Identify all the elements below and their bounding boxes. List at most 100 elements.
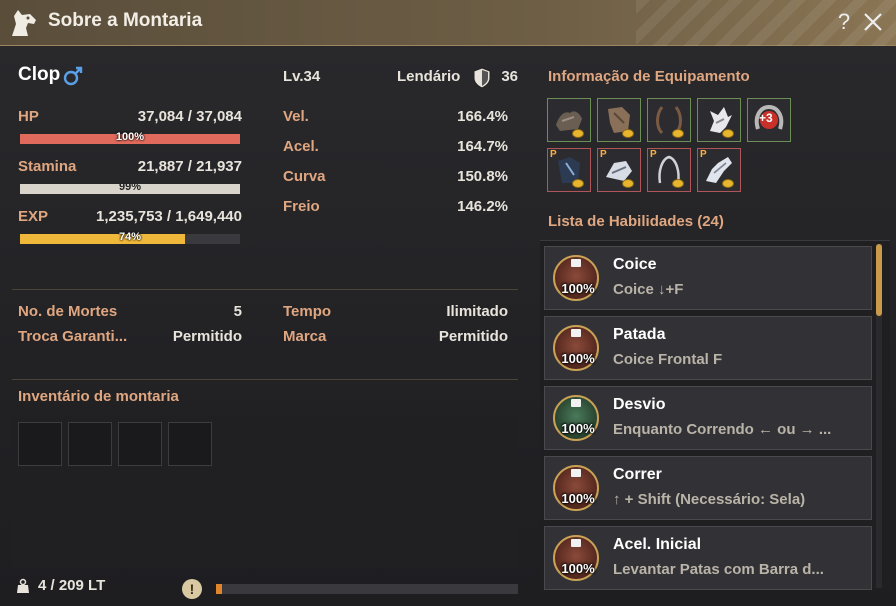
pearl-mark: P	[700, 149, 707, 160]
skill-name: Coice	[613, 256, 657, 273]
brake-label: Freio	[283, 198, 320, 215]
speed-label: Vel.	[283, 108, 309, 125]
skill-command: Coice ↓+F	[613, 281, 684, 298]
mount-level: Lv.34	[283, 68, 321, 85]
speed-value: 166.4%	[457, 108, 508, 125]
skill-mastery: 100%	[561, 491, 595, 506]
weight-bar-fill	[216, 584, 222, 594]
title-bar-decoration	[636, 0, 896, 46]
stamina-label: Stamina	[18, 158, 77, 175]
lock-icon	[571, 539, 581, 547]
lock-icon	[571, 469, 581, 477]
skill-command: Coice Frontal F	[613, 351, 723, 368]
turning-value: 150.8%	[457, 168, 508, 185]
lock-icon	[571, 399, 581, 407]
skill-name: Correr	[613, 466, 662, 483]
inventory-slot[interactable]	[118, 422, 162, 466]
deaths-value: 5	[233, 303, 242, 320]
warning-icon[interactable]: !	[182, 579, 202, 599]
horseshoe-icon[interactable]	[697, 98, 741, 142]
stamina-percent: 99%	[118, 181, 142, 193]
turning-label: Curva	[283, 168, 326, 185]
title-bar[interactable]: Sobre a Montaria ?	[0, 0, 896, 46]
skill-item-patada[interactable]: 100% Patada Coice Frontal F	[544, 316, 872, 380]
mount-name: Clop	[18, 64, 61, 85]
acceleration-label: Acel.	[283, 138, 319, 155]
skill-item-correr[interactable]: 100% Correr ↑ + Shift (Necessário: Sela)	[544, 456, 872, 520]
skill-mastery: 100%	[561, 281, 595, 296]
pearl-saddle-icon[interactable]: P	[597, 148, 641, 192]
saddle-icon[interactable]	[547, 98, 591, 142]
pearl-champron-icon[interactable]: P	[697, 148, 741, 192]
exp-bar: 74%	[20, 231, 240, 244]
skill-name: Patada	[613, 326, 666, 343]
sprint-skill-icon: 100%	[553, 465, 599, 511]
skill-name: Desvio	[613, 396, 666, 413]
inventory-slot[interactable]	[18, 422, 62, 466]
enhance-level: +3	[759, 111, 773, 125]
enhanced-horseshoe-icon[interactable]: +3	[747, 98, 791, 142]
pearl-stirrups-icon[interactable]: P	[647, 148, 691, 192]
lock-icon	[571, 329, 581, 337]
acceleration-value: 164.7%	[457, 138, 508, 155]
pearl-mark: P	[600, 149, 607, 160]
divider	[12, 289, 518, 290]
close-icon[interactable]	[861, 10, 885, 34]
skill-mastery: 100%	[561, 561, 595, 576]
mount-grade: Lendário	[397, 68, 461, 85]
pearl-mark: P	[550, 149, 557, 160]
skill-item-coice[interactable]: 100% Coice Coice ↓+F	[544, 246, 872, 310]
exp-percent: 74%	[118, 231, 142, 243]
trade-label: Troca Garanti...	[18, 328, 128, 345]
brand-value: Permitido	[438, 328, 508, 345]
skill-mastery: 100%	[561, 421, 595, 436]
weight-bar	[216, 584, 518, 594]
shield-icon	[473, 67, 491, 89]
equipment-title: Informação de Equipamento	[548, 68, 750, 85]
front-kick-skill-icon: 100%	[553, 325, 599, 371]
hp-label: HP	[18, 108, 39, 125]
skill-command: ↑ + Shift (Necessário: Sela)	[613, 491, 806, 508]
brand-label: Marca	[283, 328, 327, 345]
skill-command: Enquanto Correndo ← ou → ...	[613, 421, 832, 438]
trade-value: Permitido	[172, 328, 242, 345]
brake-value: 146.2%	[457, 198, 508, 215]
inventory-slot[interactable]	[68, 422, 112, 466]
scrollbar-thumb[interactable]	[876, 244, 882, 316]
instant-accel-skill-icon: 100%	[553, 535, 599, 581]
weight-icon	[17, 578, 29, 593]
inventory-title: Inventário de montaria	[18, 388, 179, 405]
mount-info-window: Sobre a Montaria ? Clop Lv.34 Lendário 3…	[0, 0, 896, 606]
skill-name: Acel. Inicial	[613, 536, 702, 553]
skill-mastery: 100%	[561, 351, 595, 366]
lock-icon	[571, 259, 581, 267]
skill-item-desvio[interactable]: 100% Desvio Enquanto Correndo ← ou → ...	[544, 386, 872, 450]
exp-value: 1,235,753 / 1,649,440	[96, 208, 242, 225]
barding-icon[interactable]	[597, 98, 641, 142]
male-gender-icon	[63, 66, 83, 86]
exp-label: EXP	[18, 208, 49, 225]
stirrups-icon[interactable]	[647, 98, 691, 142]
stamina-value: 21,887 / 21,937	[137, 158, 242, 175]
dodge-skill-icon: 100%	[553, 395, 599, 441]
kick-skill-icon: 100%	[553, 255, 599, 301]
inventory-weight: 4 / 209 LT	[38, 577, 106, 594]
deaths-label: No. de Mortes	[18, 303, 118, 320]
divider	[12, 379, 518, 380]
skill-command: Levantar Patas com Barra d...	[613, 561, 824, 578]
pearl-mark: P	[650, 149, 657, 160]
window-title: Sobre a Montaria	[48, 10, 203, 31]
time-label: Tempo	[283, 303, 332, 320]
time-value: Ilimitado	[446, 303, 508, 320]
skills-scrollbar[interactable]	[876, 244, 882, 588]
hp-value: 37,084 / 37,084	[137, 108, 242, 125]
skills-title: Lista de Habilidades (24)	[548, 213, 724, 230]
inventory-slot[interactable]	[168, 422, 212, 466]
skill-item-acel-inicial[interactable]: 100% Acel. Inicial Levantar Patas com Ba…	[544, 526, 872, 590]
stamina-bar: 99%	[20, 181, 240, 194]
help-button[interactable]: ?	[833, 9, 855, 35]
hp-percent: 100%	[115, 131, 145, 143]
pearl-barding-icon[interactable]: P	[547, 148, 591, 192]
horse-head-icon	[12, 10, 36, 36]
hp-bar: 100%	[20, 131, 240, 144]
